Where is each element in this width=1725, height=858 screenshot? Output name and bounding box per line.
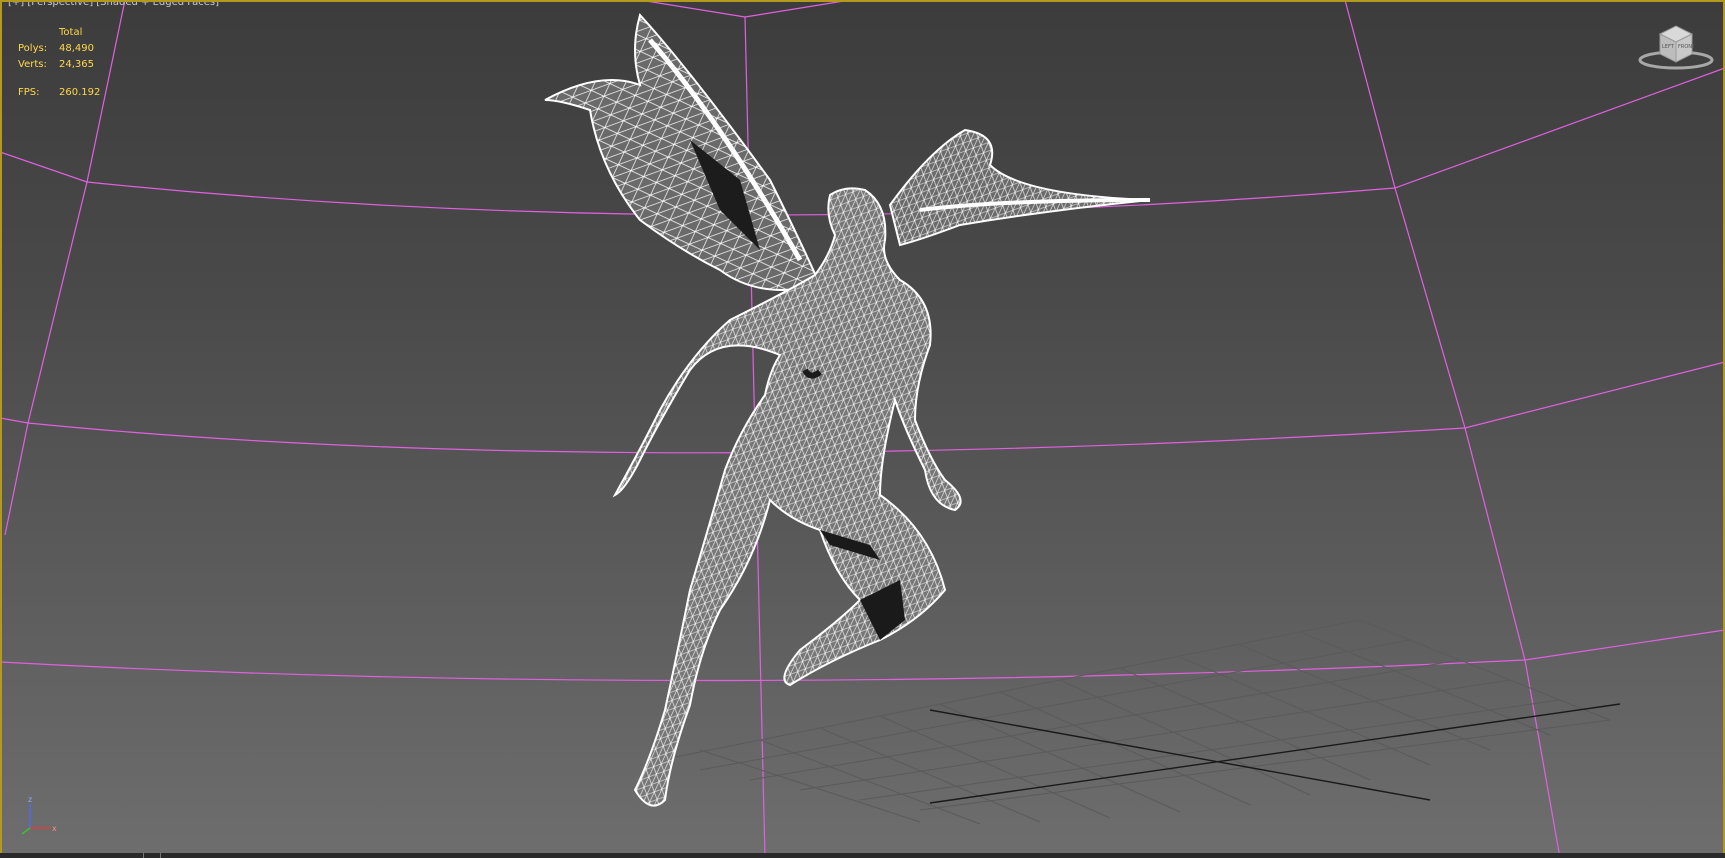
polys-label: Polys: (18, 43, 48, 54)
z-axis-label: z (28, 795, 32, 804)
verts-value: 24,365 (59, 59, 94, 70)
viewport-label: [+] [Perspective] [Shaded + Edged Faces] (8, 0, 219, 9)
verts-label: Verts: (18, 59, 47, 70)
fps-label: FPS: (18, 87, 40, 98)
viewport-view-button[interactable]: [Perspective] (27, 0, 93, 8)
axis-tripod: z x (21, 795, 57, 835)
bottom-bar-divider (143, 853, 144, 858)
fps-value: 260.192 (59, 87, 101, 98)
y-axis-icon (21, 827, 31, 835)
perspective-viewport[interactable]: [+] [Perspective] [Shaded + Edged Faces]… (0, 0, 1725, 858)
viewcube[interactable]: LEFT FRONT (1636, 20, 1716, 75)
right-wing (888, 128, 1151, 247)
bottom-bar-divider (160, 853, 161, 858)
statistics-overlay: Total Polys: 48,490 Verts: 24,365 FPS: 2… (18, 25, 138, 101)
viewport-menu-button[interactable]: [+] (8, 0, 24, 8)
stats-header: Total (59, 27, 83, 38)
x-axis-label: x (52, 824, 57, 833)
bottom-bar (0, 853, 1725, 858)
fairy-wireframe-model[interactable] (0, 0, 1725, 858)
polys-value: 48,490 (59, 43, 94, 54)
viewport-shading-button[interactable]: [Shaded + Edged Faces] (96, 0, 219, 8)
left-wing (544, 12, 822, 291)
viewcube-left-label: LEFT (1662, 44, 1675, 50)
viewcube-front-label: FRONT (1678, 44, 1696, 50)
